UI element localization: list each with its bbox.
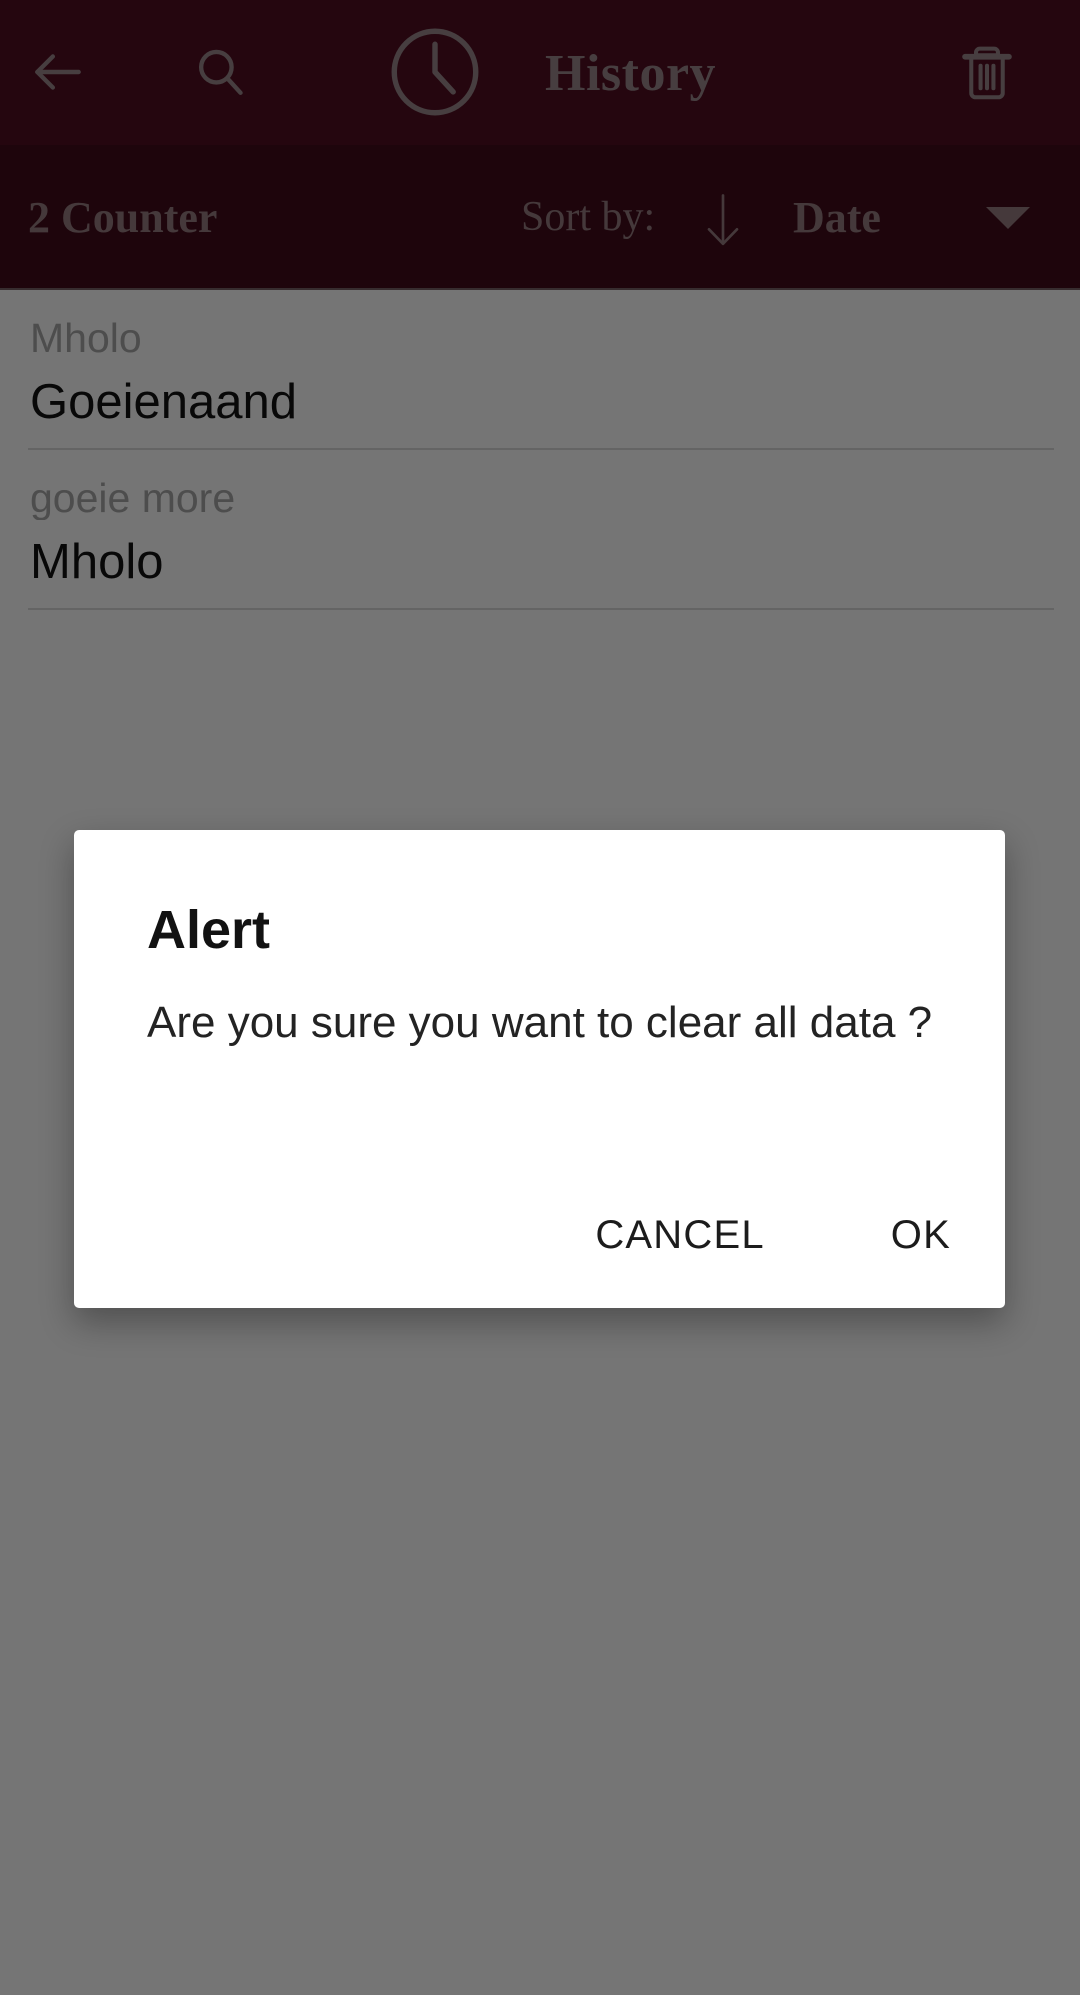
dialog-action-bar: CANCEL OK [74,1180,971,1290]
alert-dialog: Alert Are you sure you want to clear all… [74,830,1005,1308]
cancel-button[interactable]: CANCEL [575,1199,784,1272]
ok-button[interactable]: OK [871,1199,971,1272]
dialog-title: Alert [147,900,271,960]
dialog-message: Are you sure you want to clear all data … [147,998,933,1047]
